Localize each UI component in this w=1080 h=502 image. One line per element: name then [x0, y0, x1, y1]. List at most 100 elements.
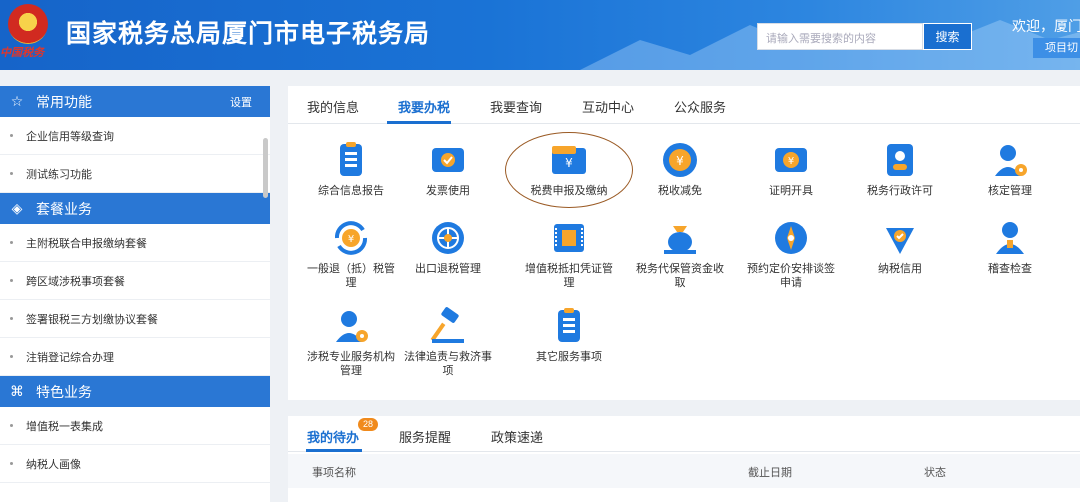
- globe-icon: [432, 222, 464, 254]
- service-label: 法律追责与救济事项: [404, 351, 492, 377]
- service-other[interactable]: 其它服务事项: [521, 306, 617, 364]
- service-tax-reduce[interactable]: ¥ 税收减免: [632, 140, 728, 198]
- sidebar-section-package: ◈ 套餐业务: [0, 193, 270, 224]
- service-certificate[interactable]: ¥ 证明开具: [743, 140, 839, 198]
- service-custody-funds[interactable]: 税务代保管资金收取: [632, 218, 728, 290]
- tab-interaction[interactable]: 互动中心: [582, 97, 634, 116]
- sidebar-item-label: 测试练习功能: [26, 168, 92, 181]
- service-label: 一般退（抵）税管理: [307, 263, 395, 289]
- service-label: 发票使用: [426, 185, 470, 197]
- bullet-icon: [10, 462, 13, 465]
- service-report[interactable]: 综合信息报告: [303, 140, 399, 198]
- column-header-deadline: 截止日期: [748, 467, 792, 479]
- invoice-icon: [432, 148, 464, 172]
- tab-public-service[interactable]: 公众服务: [674, 97, 726, 116]
- sidebar-item[interactable]: 跨区域涉税事项套餐: [0, 262, 270, 300]
- service-label: 证明开具: [769, 185, 813, 197]
- service-pricing-arrangement[interactable]: 预约定价安排谈签申请: [743, 218, 839, 290]
- money-bag-icon: [664, 226, 696, 254]
- license-icon: [887, 144, 913, 176]
- sidebar-scrollbar[interactable]: [263, 138, 268, 198]
- inspector-icon: [996, 222, 1024, 254]
- compass-icon: [775, 222, 807, 254]
- report-icon: [340, 142, 362, 176]
- vat-voucher-icon: [554, 224, 584, 252]
- service-label: 稽查检查: [988, 263, 1032, 275]
- sidebar-item[interactable]: 注销登记综合办理: [0, 338, 270, 376]
- bullet-icon: [10, 424, 13, 427]
- settings-link[interactable]: 设置: [230, 94, 252, 110]
- svg-text:¥: ¥: [348, 234, 354, 245]
- search-input[interactable]: 请输入需要搜索的内容: [757, 23, 923, 50]
- sidebar: ☆ 常用功能 设置 企业信用等级查询 测试练习功能 ◈ 套餐业务 主附税联合申报…: [0, 86, 270, 502]
- welcome-text: 欢迎，厦门: [1012, 18, 1080, 34]
- tab-service-reminder[interactable]: 服务提醒: [399, 427, 451, 446]
- sidebar-item[interactable]: 企业信用等级查询: [0, 117, 270, 155]
- service-label: 核定管理: [988, 185, 1032, 197]
- service-label: 综合信息报告: [318, 185, 384, 197]
- agency-icon: [336, 311, 368, 342]
- service-vat-voucher[interactable]: 增值税抵扣凭证管理: [521, 218, 617, 290]
- service-label: 税务代保管资金收取: [636, 263, 724, 289]
- service-license[interactable]: 税务行政许可: [852, 140, 948, 198]
- svg-text:¥: ¥: [676, 154, 684, 168]
- tax-emblem-icon: [8, 4, 48, 44]
- service-refund[interactable]: ¥ 一般退（抵）税管理: [303, 218, 399, 290]
- tab-my-info[interactable]: 我的信息: [307, 97, 359, 116]
- active-tab-indicator: [387, 121, 451, 124]
- sidebar-section-special: ⌘ 特色业务: [0, 376, 270, 407]
- bullet-icon: [10, 241, 13, 244]
- todo-tabs: 我的待办 28 服务提醒 政策速递: [288, 416, 1080, 452]
- active-tab-indicator: [306, 449, 362, 452]
- sidebar-item-label: 跨区域涉税事项套餐: [26, 275, 125, 288]
- layers-icon: ◈: [11, 200, 23, 216]
- other-icon: [558, 308, 580, 342]
- service-agency[interactable]: 涉税专业服务机构管理: [303, 306, 399, 378]
- svg-text:¥: ¥: [788, 156, 794, 167]
- sidebar-section-common: ☆ 常用功能 设置: [0, 86, 270, 117]
- service-inspection[interactable]: 稽查检查: [962, 218, 1058, 276]
- sidebar-item[interactable]: 测试练习功能: [0, 155, 270, 193]
- sidebar-item[interactable]: 主附税联合申报缴纳套餐: [0, 224, 270, 262]
- service-label: 税务行政许可: [867, 185, 933, 197]
- tab-policy-news[interactable]: 政策速递: [491, 427, 543, 446]
- service-label: 纳税信用: [878, 263, 922, 275]
- tab-my-todo[interactable]: 我的待办: [307, 427, 359, 446]
- section-title: 特色业务: [36, 383, 92, 400]
- sidebar-item[interactable]: 纳税人画像: [0, 445, 270, 483]
- sidebar-item-label: 企业信用等级查询: [26, 130, 114, 143]
- grid-icon: ⌘: [10, 383, 24, 399]
- todo-count-badge: 28: [358, 418, 379, 431]
- bullet-icon: [10, 279, 13, 282]
- search-button[interactable]: 搜索: [923, 23, 972, 50]
- column-header-name: 事项名称: [312, 467, 356, 479]
- site-title: 国家税务总局厦门市电子税务局: [66, 20, 431, 48]
- service-label: 税收减免: [658, 185, 702, 197]
- service-legal[interactable]: 法律追责与救济事项: [400, 306, 496, 378]
- sidebar-item-label: 签署银税三方划缴协议套餐: [26, 313, 158, 326]
- service-label: 增值税抵扣凭证管理: [525, 263, 613, 289]
- bullet-icon: [10, 355, 13, 358]
- table-header-row: 事项名称 截止日期 状态: [288, 454, 1080, 488]
- top-header: 中国税务 国家税务总局厦门市电子税务局 请输入需要搜索的内容 搜索 欢迎，厦门 …: [0, 0, 1080, 70]
- service-invoice[interactable]: 发票使用: [400, 140, 496, 198]
- section-title: 套餐业务: [36, 200, 92, 217]
- tab-do-tax[interactable]: 我要办税: [398, 97, 450, 116]
- service-credit[interactable]: 纳税信用: [852, 218, 948, 276]
- tab-query[interactable]: 我要查询: [490, 97, 542, 116]
- sidebar-item[interactable]: 增值税一表集成: [0, 407, 270, 445]
- service-verify[interactable]: 核定管理: [962, 140, 1058, 198]
- user-gear-icon: [995, 145, 1027, 176]
- star-icon: ☆: [10, 93, 24, 109]
- bullet-icon: [10, 172, 13, 175]
- sidebar-item[interactable]: 签署银税三方划缴协议套餐: [0, 300, 270, 338]
- service-export-refund[interactable]: 出口退税管理: [400, 218, 496, 276]
- project-switch-button[interactable]: 项目切: [1033, 38, 1080, 58]
- sidebar-item-label: 主附税联合申报缴纳套餐: [26, 237, 147, 250]
- emblem-script-logo: 中国税务: [0, 46, 44, 59]
- sidebar-item-label: 增值税一表集成: [26, 420, 103, 433]
- services-panel: 我的信息 我要办税 我要查询 互动中心 公众服务 综合信息报告 发票使用 ¥ 税…: [288, 86, 1080, 400]
- sidebar-item-label: 纳税人画像: [26, 458, 81, 471]
- tax-reduce-icon: ¥: [663, 143, 697, 177]
- gavel-icon: [430, 307, 464, 343]
